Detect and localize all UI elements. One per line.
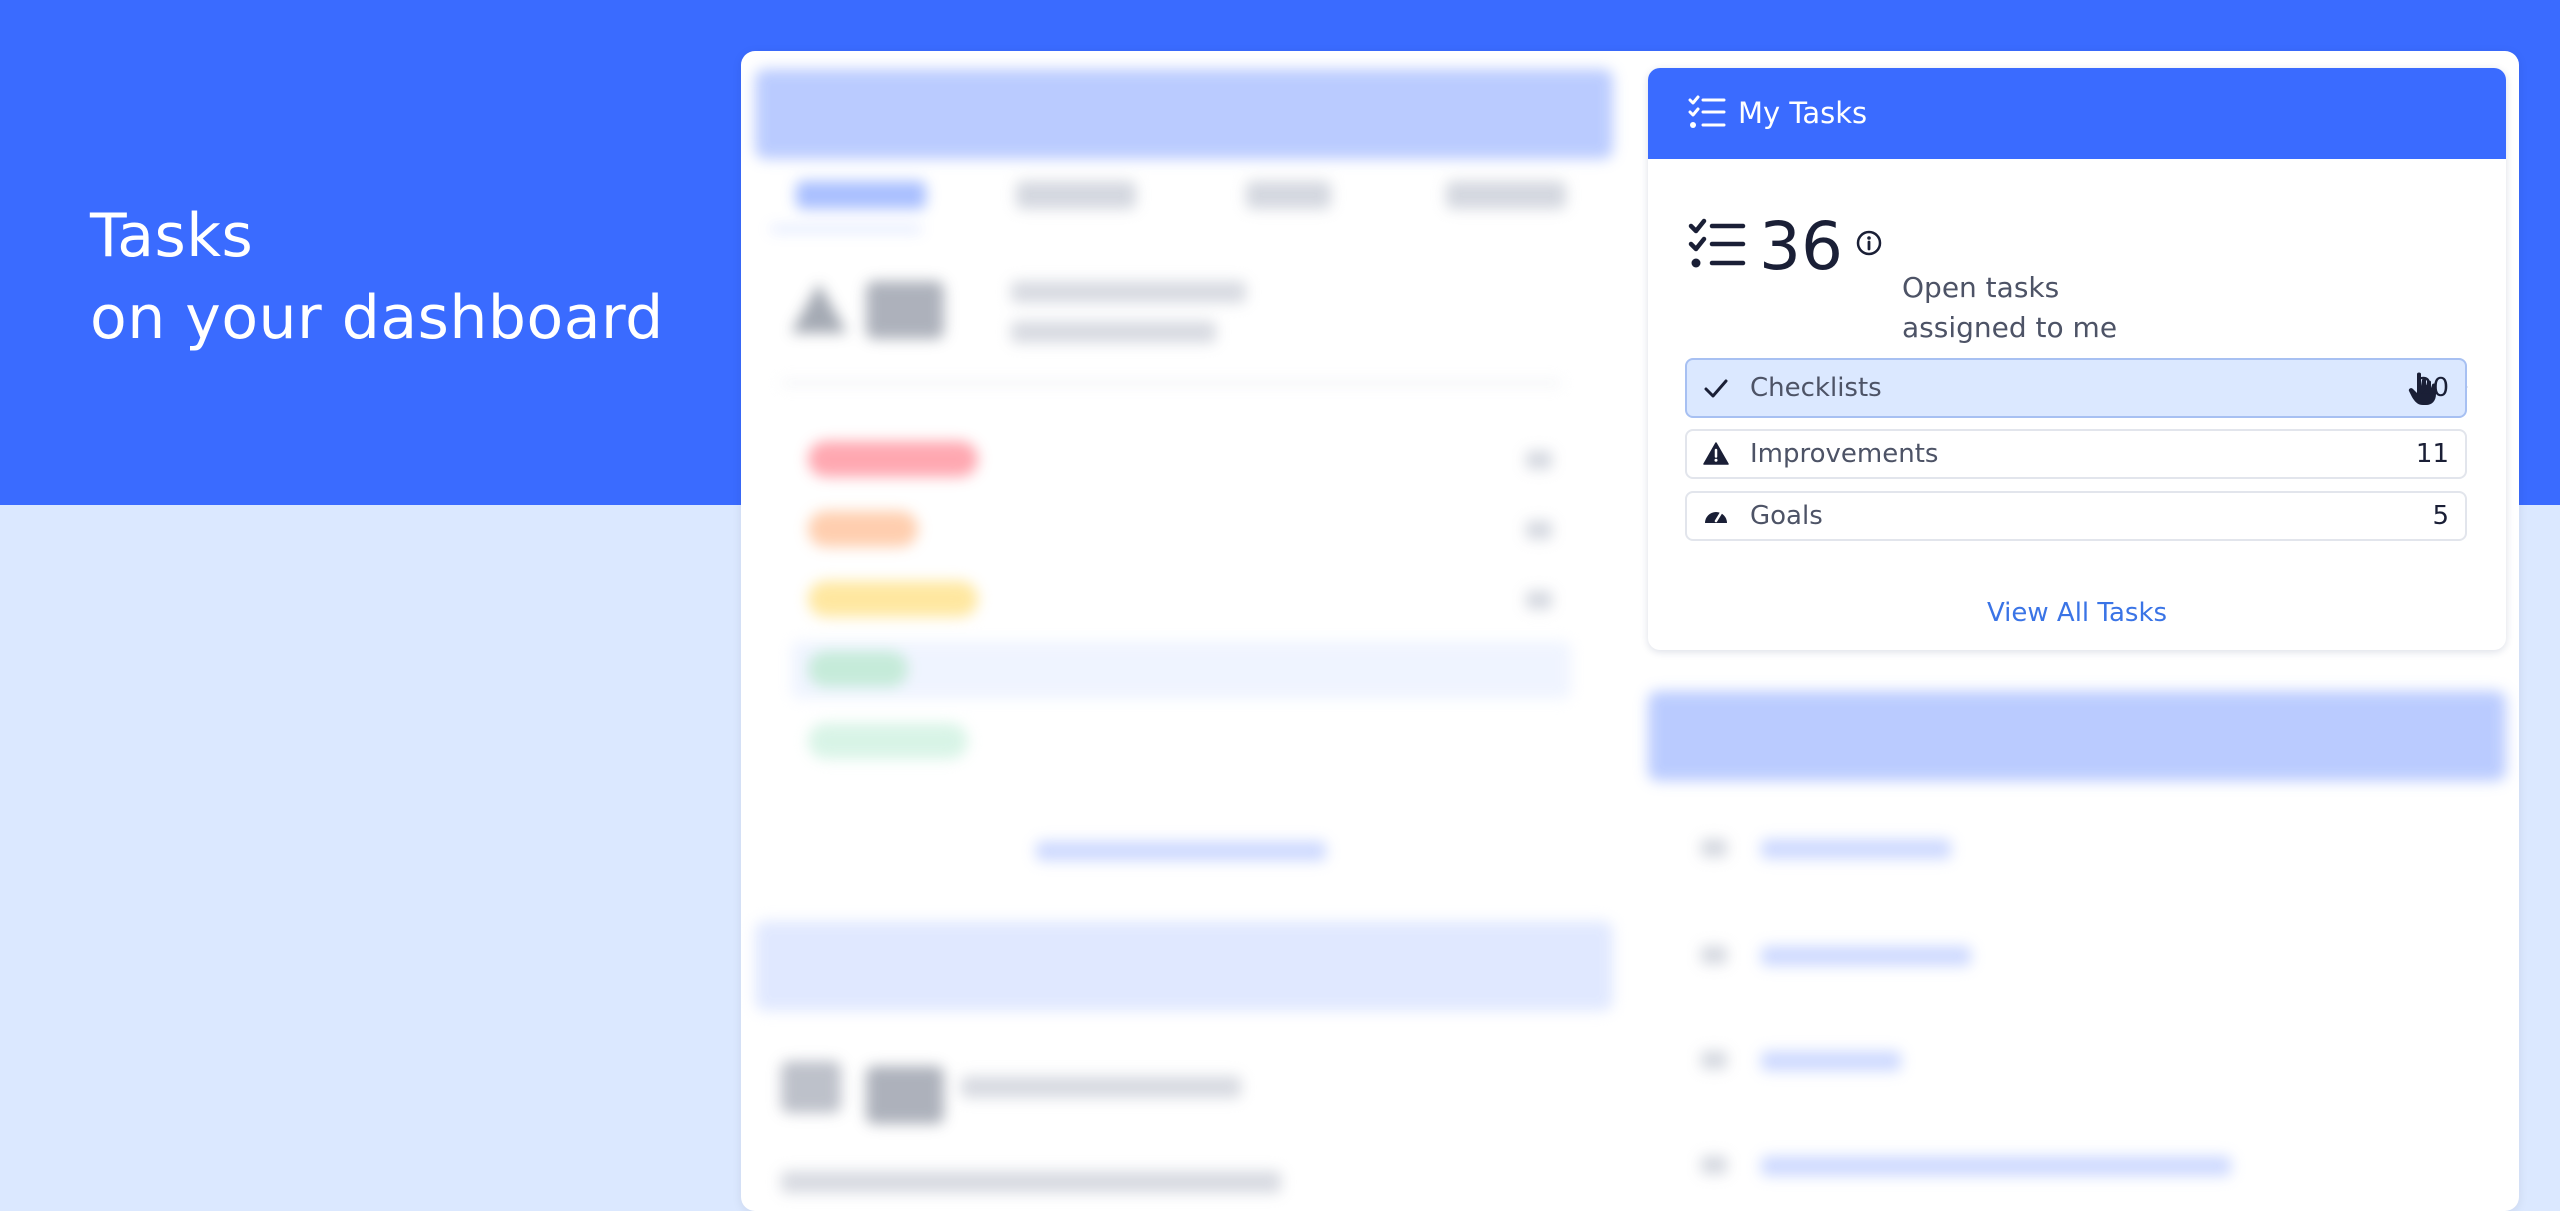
task-row-count: 11 (2415, 439, 2449, 469)
blurred-link (1036, 841, 1326, 861)
blurred-icon (781, 1061, 841, 1113)
blurred-link (1761, 839, 1951, 859)
blurred-text (781, 1171, 1281, 1193)
task-row-label: Goals (1750, 501, 1823, 531)
gauge-icon (1705, 510, 1727, 523)
blurred-pill (808, 651, 908, 687)
task-row-count: 20 (2415, 373, 2449, 403)
open-tasks-label-line2: assigned to me (1902, 311, 2118, 344)
blurred-widget-header (1648, 691, 2506, 781)
blurred-tab (1446, 181, 1566, 209)
blurred-number (1526, 591, 1552, 609)
blurred-icon (1701, 839, 1727, 857)
blurred-text (961, 1076, 1241, 1098)
blurred-link (1761, 946, 1971, 966)
blurred-text (1011, 281, 1246, 303)
task-row-label: Improvements (1750, 439, 1939, 469)
task-row-checklists[interactable]: Checklists 20 (1685, 358, 2467, 418)
blurred-warning-icon (791, 283, 847, 333)
blurred-number (1526, 451, 1552, 469)
check-icon (1704, 379, 1728, 398)
blurred-icon (1701, 946, 1727, 964)
my-tasks-widget: My Tasks 36 Open tasks assigned to me Ch… (1648, 68, 2506, 650)
hero-title-line2: on your dashboard (90, 283, 664, 353)
task-row-count: 5 (2432, 501, 2449, 531)
checklist-icon (1688, 218, 1746, 268)
blurred-icon (1701, 1156, 1727, 1174)
checklist-icon (1688, 95, 1726, 128)
hero-title-line1: Tasks (90, 201, 254, 271)
my-tasks-title: My Tasks (1738, 96, 1868, 130)
blurred-tab-underline (771, 227, 921, 231)
blurred-tab (1016, 181, 1136, 209)
blurred-link (1761, 1156, 2231, 1176)
blurred-count (866, 281, 944, 339)
blurred-divider (781, 381, 1561, 385)
task-row-label: Checklists (1750, 373, 1882, 403)
warning-triangle-icon (1703, 442, 1729, 465)
info-circle-icon[interactable] (1854, 228, 1884, 258)
blurred-pill (808, 441, 978, 477)
blurred-tab (796, 181, 926, 209)
blurred-pill (808, 723, 968, 759)
blurred-widget-header (755, 921, 1613, 1011)
task-row-improvements[interactable]: Improvements 11 (1685, 429, 2467, 479)
blurred-row-highlight (791, 641, 1571, 699)
blurred-widget-header (755, 69, 1613, 159)
open-tasks-label-line1: Open tasks (1902, 271, 2060, 304)
blurred-pill (808, 581, 978, 617)
view-all-tasks-link[interactable]: View All Tasks (1648, 595, 2506, 631)
blurred-tab (1246, 181, 1331, 209)
blurred-link (1761, 1051, 1901, 1071)
blurred-text (1011, 321, 1216, 343)
my-tasks-header: My Tasks (1648, 68, 2506, 159)
open-tasks-count: 36 (1759, 208, 1843, 285)
blurred-number (1526, 521, 1552, 539)
task-row-goals[interactable]: Goals 5 (1685, 491, 2467, 541)
blurred-pill (808, 511, 918, 547)
hero-title: Tasks on your dashboard (90, 195, 664, 359)
blurred-count (866, 1066, 944, 1124)
blurred-icon (1701, 1051, 1727, 1069)
